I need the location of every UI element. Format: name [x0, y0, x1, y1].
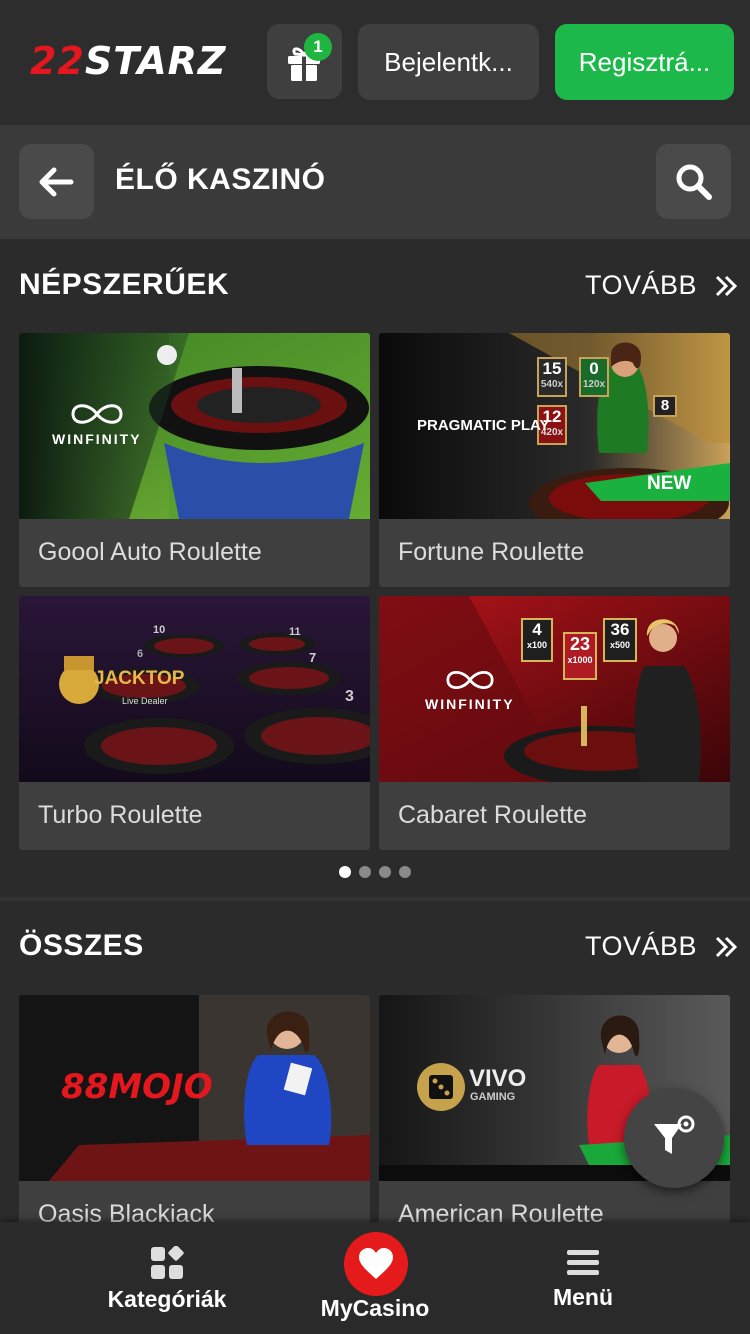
- double-chevron-right-icon: [715, 936, 738, 957]
- section-divider: [0, 897, 750, 901]
- provider-logo: PRAGMATIC PLAY: [417, 417, 550, 434]
- more-link-all[interactable]: TOVÁBB: [585, 931, 738, 962]
- gift-count-badge: 1: [304, 33, 332, 61]
- provider-logo: 88MOJO: [61, 1067, 213, 1107]
- nav-label-categories: Kategóriák: [107, 1286, 227, 1312]
- nav-label-menu: Menü: [552, 1284, 614, 1310]
- more-link-label: TOVÁBB: [585, 931, 698, 961]
- game-title: Cabaret Roulette: [398, 801, 588, 829]
- grid-icon: [151, 1246, 184, 1279]
- tile-multiplier: x500: [609, 640, 631, 650]
- game-title: Fortune Roulette: [398, 538, 585, 566]
- hamburger-menu-icon: [567, 1250, 599, 1275]
- top-bar: 22 STARZ 1 Bejelentk... Regisztrá...: [0, 0, 750, 125]
- tile-number: 4: [532, 620, 542, 639]
- infinity-logo-icon: [71, 404, 123, 424]
- number-tile: 23 x1000: [563, 632, 597, 680]
- pager-dot[interactable]: [359, 866, 371, 878]
- provider-logo: WINFINITY: [52, 401, 142, 447]
- filter-settings-icon: [654, 1115, 695, 1154]
- game-card[interactable]: WINFINITY Goool Auto Roulette: [19, 333, 370, 587]
- provider-subtitle: GAMING: [470, 1091, 516, 1103]
- mycasino-heart-button[interactable]: [344, 1232, 408, 1296]
- section-title-popular: NÉPSZERŰEK: [19, 268, 230, 301]
- roulette-number: 11: [289, 626, 301, 638]
- more-link-popular[interactable]: TOVÁBB: [585, 270, 738, 301]
- pager-dot[interactable]: [399, 866, 411, 878]
- logo-text: STARZ: [84, 39, 227, 83]
- game-title: Turbo Roulette: [38, 801, 203, 829]
- gift-button[interactable]: [267, 24, 342, 99]
- roulette-number: 10: [153, 624, 166, 636]
- game-thumbnail: JACKTOP Live Dealer 10 11 7 3 6: [19, 596, 370, 782]
- provider-name: VIVO: [469, 1065, 527, 1092]
- back-button[interactable]: [19, 144, 94, 219]
- filter-button[interactable]: [624, 1088, 724, 1188]
- roulette-number: 6: [137, 648, 144, 660]
- register-button[interactable]: Regisztrá...: [555, 24, 734, 100]
- pager-dot[interactable]: [379, 866, 391, 878]
- section-title-all: ÖSSZES: [19, 929, 144, 962]
- tile-number: 15: [542, 359, 562, 378]
- heart-icon: [359, 1248, 393, 1279]
- game-card[interactable]: 4 x100 23 x1000 36 x500 WINFINITY Cabare…: [379, 596, 730, 850]
- tile-multiplier: x100: [526, 640, 548, 650]
- game-card[interactable]: JACKTOP Live Dealer 10 11 7 3 6 Turbo Ro…: [19, 596, 370, 850]
- provider-logo: JACKTOP: [94, 668, 185, 689]
- roulette-number: 7: [309, 650, 317, 665]
- more-link-label: TOVÁBB: [585, 270, 698, 300]
- tile-number: 0: [589, 359, 599, 378]
- page-title: ÉLŐ KASZINÓ: [115, 163, 326, 196]
- logo[interactable]: 22 STARZ: [30, 38, 226, 84]
- provider-name: WINFINITY: [52, 431, 142, 447]
- carousel-pager: [339, 866, 411, 878]
- game-card[interactable]: 15 540x 0 120x 12 420x 8 PRAGMATIC PLAY …: [379, 333, 730, 587]
- provider-subtitle: Live Dealer: [122, 696, 168, 706]
- game-card[interactable]: 88MOJO Oasis Blackjack: [19, 995, 370, 1249]
- game-thumbnail: 88MOJO: [19, 995, 370, 1181]
- number-tile: 36 x500: [603, 618, 637, 662]
- double-chevron-right-icon: [715, 275, 738, 296]
- game-thumbnail: WINFINITY: [19, 333, 370, 519]
- nav-item-menu[interactable]: Menü: [530, 1222, 636, 1334]
- pager-dot[interactable]: [339, 866, 351, 878]
- nav-item-categories[interactable]: Kategóriák: [100, 1222, 234, 1334]
- tile-number: 23: [569, 634, 591, 654]
- tile-multiplier: 120x: [582, 379, 606, 390]
- game-thumbnail: 4 x100 23 x1000 36 x500 WINFINITY: [379, 596, 730, 782]
- nav-label-mycasino: MyCasino: [320, 1295, 430, 1321]
- provider-name: WINFINITY: [425, 696, 515, 712]
- number-tile: 8: [653, 395, 677, 417]
- tile-multiplier: 540x: [540, 379, 564, 390]
- number-tile: 15 540x: [537, 357, 567, 397]
- tile-number: 36: [610, 620, 630, 639]
- search-icon: [676, 164, 712, 200]
- provider-logo: WINFINITY: [425, 668, 515, 712]
- app-root: 22 STARZ 1 Bejelentk... Regisztrá... ÉLŐ …: [0, 0, 750, 1334]
- new-badge: NEW: [647, 473, 692, 494]
- search-button[interactable]: [656, 144, 731, 219]
- login-button[interactable]: Bejelentk...: [358, 24, 539, 100]
- arrow-left-icon: [39, 167, 74, 197]
- game-title: Goool Auto Roulette: [38, 538, 262, 566]
- logo-number: 22: [30, 39, 85, 83]
- number-tile: 0 120x: [579, 357, 609, 397]
- tile-multiplier: x1000: [567, 655, 593, 665]
- section-header: ÉLŐ KASZINÓ: [0, 125, 750, 239]
- infinity-logo-icon: [446, 671, 494, 689]
- dice-icon: [417, 1063, 465, 1111]
- roulette-number: 3: [345, 688, 354, 705]
- game-thumbnail: 15 540x 0 120x 12 420x 8 PRAGMATIC PLAY …: [379, 333, 730, 519]
- number-tile: 4 x100: [521, 618, 553, 662]
